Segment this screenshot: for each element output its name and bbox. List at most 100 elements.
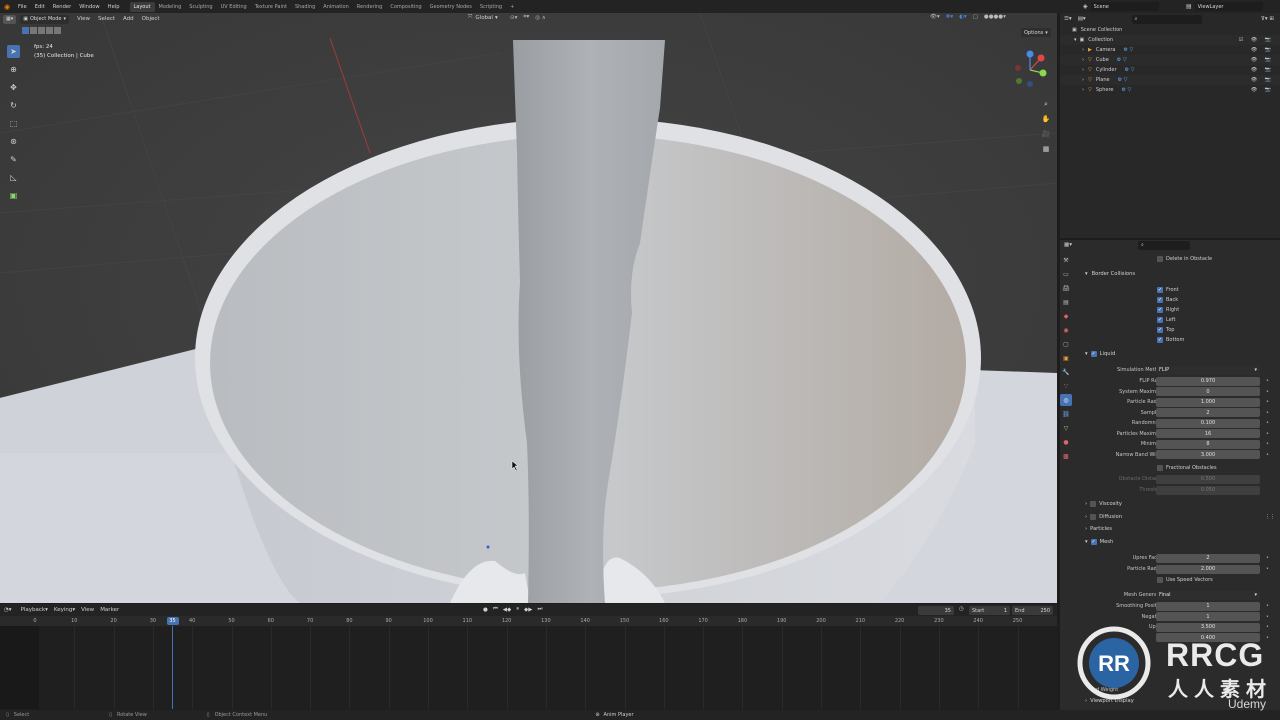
field-value[interactable]: 1	[1156, 601, 1260, 611]
timeline-panel[interactable]: ◔▾ Playback▾ Keying▾ View Marker ● ⏮ ◀◆ …	[0, 604, 1057, 709]
object-tab-icon[interactable]: ▣	[1060, 352, 1072, 364]
keyframe-dot-icon[interactable]: •	[1266, 614, 1269, 620]
field-value[interactable]: 2	[1156, 553, 1260, 563]
border-left-checkbox[interactable]: ✓	[1157, 317, 1163, 323]
keyframe-dot-icon[interactable]: •	[1266, 431, 1269, 437]
border-bottom-row[interactable]: ✓ Bottom	[1157, 335, 1184, 345]
select-invert-icon[interactable]	[46, 27, 53, 34]
frame-ruler[interactable]: 0 10 20 30 40 50 60 70 80 90 100 110 120 130 140 150 160…	[0, 616, 1057, 626]
modifier-tab-icon[interactable]: 🔧	[1060, 366, 1072, 378]
keyframe-dot-icon[interactable]: •	[1266, 566, 1269, 572]
xray-icon[interactable]: ▢	[973, 14, 978, 20]
visibility-icons[interactable]: 👁 📷	[1251, 57, 1274, 63]
scene-field[interactable]: Scene	[1090, 2, 1159, 11]
outliner-scene-collection[interactable]: ▣ Scene Collection	[1060, 25, 1280, 35]
visibility-icons[interactable]: 👁 📷	[1251, 87, 1274, 93]
field-value[interactable]: 1.000	[1156, 397, 1260, 407]
clock-icon[interactable]: ◷	[959, 606, 964, 612]
border-back-row[interactable]: ✓ Back	[1157, 295, 1178, 305]
record-icon[interactable]: ●	[483, 607, 488, 613]
constraints-tab-icon[interactable]: ⛓	[1060, 408, 1072, 420]
field-value[interactable]: 0	[1156, 387, 1260, 396]
threshold-field[interactable]: 0.050	[1156, 485, 1260, 495]
menu-help[interactable]: Help	[104, 4, 124, 10]
play-pause-icon[interactable]: ⏸	[516, 606, 519, 613]
tab-scripting[interactable]: Scripting	[476, 2, 506, 12]
jump-end-icon[interactable]: ⏭	[537, 606, 542, 613]
delete-in-obstacle-checkbox[interactable]	[1157, 256, 1163, 262]
tab-modeling[interactable]: Modeling	[155, 2, 186, 12]
drag-handle-icon[interactable]: ⋮⋮	[1265, 514, 1275, 520]
outliner-collection-row[interactable]: ▾ ▣ Collection ☑ 👁 📷	[1060, 35, 1280, 45]
pan-hand-icon[interactable]: ✋	[1040, 113, 1052, 125]
mesh-checkbox[interactable]: ✓	[1090, 539, 1097, 545]
menu-render[interactable]: Render	[49, 4, 75, 10]
outliner-item-cube[interactable]: › ▽ Cube ⚙ ▽ 👁 📷	[1060, 55, 1280, 65]
particles-tab-icon[interactable]: ∵	[1060, 380, 1072, 392]
prev-keyframe-icon[interactable]: ◀◆	[503, 607, 511, 613]
viewport-menu-view[interactable]: View	[73, 16, 94, 22]
physics-tab-icon[interactable]: ◎	[1060, 394, 1072, 406]
timeline-menu-keying[interactable]: Keying▾	[51, 607, 78, 613]
select-subtract-icon[interactable]	[38, 27, 45, 34]
world-tab-icon[interactable]: ◉	[1060, 324, 1072, 336]
border-right-checkbox[interactable]: ✓	[1157, 307, 1163, 313]
annotate-tool-icon[interactable]: ✎	[7, 153, 20, 166]
collection-tab-icon[interactable]: ▢	[1060, 338, 1072, 350]
options-dropdown[interactable]: Options ▾	[1021, 28, 1051, 37]
end-frame-field[interactable]: End 250	[1012, 606, 1053, 615]
viscosity-panel-header[interactable]: › Viscosity	[1085, 501, 1122, 507]
obstacle-distance-field[interactable]: 0.500	[1156, 474, 1260, 484]
view-layer-tab-icon[interactable]: ▤	[1060, 296, 1072, 308]
shading-solid-icon[interactable]: ●●●●▾	[984, 14, 1006, 20]
visibility-icon[interactable]: 👁▾	[930, 14, 940, 20]
border-top-checkbox[interactable]: ✓	[1157, 327, 1163, 333]
viscosity-checkbox[interactable]	[1090, 501, 1097, 507]
tab-shading[interactable]: Shading	[291, 2, 319, 12]
use-speed-vectors-checkbox[interactable]	[1157, 577, 1163, 583]
visibility-icons[interactable]: 👁 📷	[1251, 77, 1274, 83]
keyframe-dot-icon[interactable]: •	[1266, 399, 1269, 405]
diffusion-checkbox[interactable]	[1090, 514, 1097, 520]
liquid-checkbox[interactable]: ✓	[1090, 351, 1097, 357]
add-cube-tool-icon[interactable]: ▣	[7, 189, 20, 202]
rotate-tool-icon[interactable]: ↻	[7, 99, 20, 112]
jump-start-icon[interactable]: ⏮	[493, 606, 498, 613]
diffusion-panel-header[interactable]: › Diffusion ⋮⋮	[1085, 514, 1275, 520]
outliner-item-cylinder[interactable]: › ▽ Cylinder ⚙ ▽ 👁 📷	[1060, 65, 1280, 75]
data-tab-icon[interactable]: ▽	[1060, 422, 1072, 434]
border-collisions-panel-header[interactable]: ▾ Border Collisions	[1085, 271, 1135, 277]
playhead-frame-label[interactable]: 35	[166, 617, 179, 625]
field-value[interactable]: 8	[1156, 439, 1260, 449]
outliner-item-camera[interactable]: › ▶ Camera ⚙ ▽ 👁 📷	[1060, 45, 1280, 55]
use-speed-vectors-row[interactable]: Use Speed Vectors	[1157, 575, 1213, 585]
transform-orientation-dropdown[interactable]: ⤧ Global ▾	[468, 14, 498, 21]
outliner-search-input[interactable]: ⌕	[1131, 14, 1202, 24]
liquid-panel-header[interactable]: ▾ ✓ Liquid	[1085, 351, 1115, 357]
tab-animation[interactable]: Animation	[319, 2, 353, 12]
zoom-icon[interactable]: ⌕	[1040, 98, 1052, 110]
expand-chevron-icon[interactable]: ›	[1082, 87, 1084, 93]
keyframe-dot-icon[interactable]: •	[1266, 389, 1269, 395]
properties-editor-icon[interactable]: ▦▾	[1064, 242, 1072, 248]
scene-tab-icon[interactable]: ◆	[1060, 310, 1072, 322]
render-tab-icon[interactable]: ▭	[1060, 268, 1072, 280]
timeline-editor-icon[interactable]: ◔▾	[4, 607, 12, 613]
timeline-menu-marker[interactable]: Marker	[97, 607, 122, 613]
proportional-edit-icon[interactable]: ◎ ∧	[535, 15, 546, 21]
object-mode-dropdown[interactable]: ▣ Object Mode ▾	[20, 14, 69, 24]
collection-visibility-icons[interactable]: ☑ 👁 📷	[1239, 37, 1274, 43]
next-keyframe-icon[interactable]: ◆▶	[524, 607, 532, 613]
border-front-checkbox[interactable]: ✓	[1157, 287, 1163, 293]
view-layer-selector[interactable]: ▤ ViewLayer	[1186, 2, 1263, 11]
move-tool-icon[interactable]: ✥	[7, 81, 20, 94]
current-frame-field[interactable]: 35	[918, 606, 954, 615]
border-back-checkbox[interactable]: ✓	[1157, 297, 1163, 303]
delete-in-obstacle-row[interactable]: Delete in Obstacle	[1157, 254, 1212, 264]
transform-tool-icon[interactable]: ⊛	[7, 135, 20, 148]
simulation-method-dropdown[interactable]: FLIP ▾	[1156, 365, 1260, 375]
texture-tab-icon[interactable]: ▩	[1060, 450, 1072, 462]
tab-texture-paint[interactable]: Texture Paint	[251, 2, 291, 12]
field-value[interactable]: 2.000	[1156, 564, 1260, 574]
border-left-row[interactable]: ✓ Left	[1157, 315, 1175, 325]
